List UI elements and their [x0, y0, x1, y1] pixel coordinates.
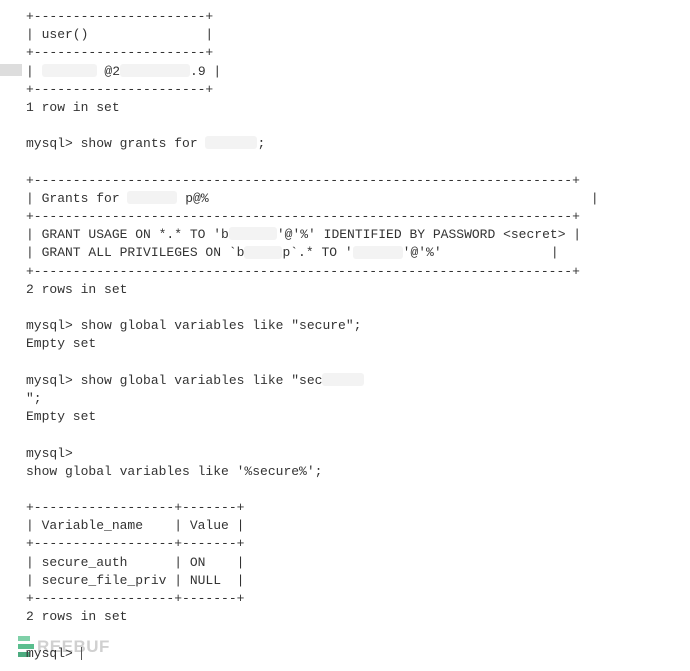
redacted-grantee — [205, 136, 257, 149]
tbl3-rowcount: 2 rows in set — [26, 609, 127, 624]
redacted-host — [120, 64, 190, 77]
tbl3-border-top: +------------------+-------+ — [26, 500, 244, 515]
side-gray-marker — [0, 64, 22, 76]
cmd2: show global variables like "secure"; — [73, 318, 362, 333]
tbl1-header: | user() | — [26, 27, 213, 42]
redacted-priv-user — [353, 246, 403, 259]
tbl1-row-pre: | — [26, 64, 42, 79]
tbl2-row1-mid: '@'%' IDENTIFIED BY PASSWORD <secret> | — [277, 227, 581, 242]
tbl2-hdr-suf: | — [209, 191, 599, 206]
empty-2: Empty set — [26, 409, 96, 424]
tbl1-rowcount: 1 row in set — [26, 100, 120, 115]
tbl1-border-mid: +----------------------+ — [26, 45, 213, 60]
tbl2-hdr-mid: p@% — [177, 191, 208, 206]
tbl3-row2: | secure_file_priv | NULL | — [26, 573, 244, 588]
prompt-5: mysql> — [26, 646, 73, 661]
tbl3-border-bot: +------------------+-------+ — [26, 591, 244, 606]
tbl1-border-bot: +----------------------+ — [26, 82, 213, 97]
redacted-truncated — [322, 373, 364, 386]
redacted-priv-db — [244, 246, 282, 259]
prompt-3: mysql> — [26, 373, 73, 388]
redacted-user — [42, 64, 97, 77]
cmd3-cont: "; — [26, 391, 42, 406]
tbl2-row1-pre: | GRANT USAGE ON *.* TO 'b — [26, 227, 229, 242]
cmd1: show grants for — [73, 136, 206, 151]
prompt-1: mysql> — [26, 136, 73, 151]
prompt-2: mysql> — [26, 318, 73, 333]
tbl3-row1: | secure_auth | ON | — [26, 555, 244, 570]
tbl2-rowcount: 2 rows in set — [26, 282, 127, 297]
tbl2-hdr-pre: | Grants for — [26, 191, 127, 206]
prompt-4: mysql> — [26, 446, 73, 461]
tbl1-row-mid: @2 — [97, 64, 120, 79]
tbl2-row2-mid: p`.* TO ' — [282, 245, 352, 260]
tbl2-row2-suf: '@'%' | — [403, 245, 559, 260]
text-cursor[interactable] — [81, 647, 82, 660]
tbl1-border-top: +----------------------+ — [26, 9, 213, 24]
tbl1-row-suf: .9 | — [190, 64, 221, 79]
tbl2-row2-pre: | GRANT ALL PRIVILEGES ON `b — [26, 245, 244, 260]
tbl2-border-2: +---------------------------------------… — [26, 209, 580, 224]
tbl2-border-1: +---------------------------------------… — [26, 173, 580, 188]
cmd4: show global variables like '%secure%'; — [26, 464, 322, 479]
terminal-output: +----------------------+ | user() | +---… — [26, 8, 690, 663]
empty-1: Empty set — [26, 336, 96, 351]
redacted-usage-user — [229, 227, 277, 240]
cmd1-suf: ; — [257, 136, 265, 151]
redacted-grants-user — [127, 191, 177, 204]
tbl3-header: | Variable_name | Value | — [26, 518, 244, 533]
cmd3: show global variables like "sec — [73, 373, 323, 388]
tbl2-border-3: +---------------------------------------… — [26, 264, 580, 279]
tbl3-border-mid: +------------------+-------+ — [26, 536, 244, 551]
